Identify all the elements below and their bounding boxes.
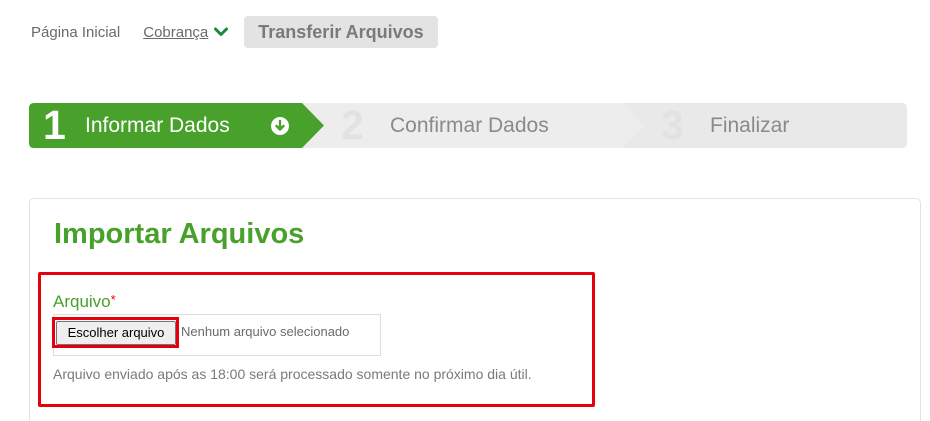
breadcrumb-current: Transferir Arquivos [244, 16, 438, 48]
breadcrumb-billing-link[interactable]: Cobrança [143, 23, 229, 41]
progress-stepper: 1 Informar Dados 2 Confirmar Dados 3 Fin… [29, 103, 907, 148]
file-status-text: Nenhum arquivo selecionado [181, 324, 350, 339]
step-2-number: 2 [341, 102, 364, 148]
step-1-number: 1 [43, 102, 66, 148]
chevron-down-icon[interactable] [214, 27, 229, 37]
required-mark: * [110, 292, 116, 307]
step-1-label: Informar Dados [85, 114, 230, 137]
breadcrumb-home-link[interactable]: Página Inicial [31, 24, 120, 41]
step-2-label: Confirmar Dados [390, 114, 549, 137]
file-field-label: Arquivo* [53, 292, 116, 312]
step-3-label: Finalizar [710, 114, 790, 137]
upload-help-text: Arquivo enviado após as 18:00 será proce… [53, 366, 532, 382]
arrow-down-circle-icon [271, 117, 289, 135]
file-field-label-text: Arquivo [53, 292, 111, 311]
button-highlight-box [52, 317, 179, 348]
breadcrumb-billing-label: Cobrança [143, 23, 209, 41]
panel-title: Importar Arquivos [54, 218, 305, 250]
step-3-number: 3 [661, 102, 684, 148]
breadcrumb: Página Inicial Cobrança Transferir Arqui… [31, 16, 438, 48]
